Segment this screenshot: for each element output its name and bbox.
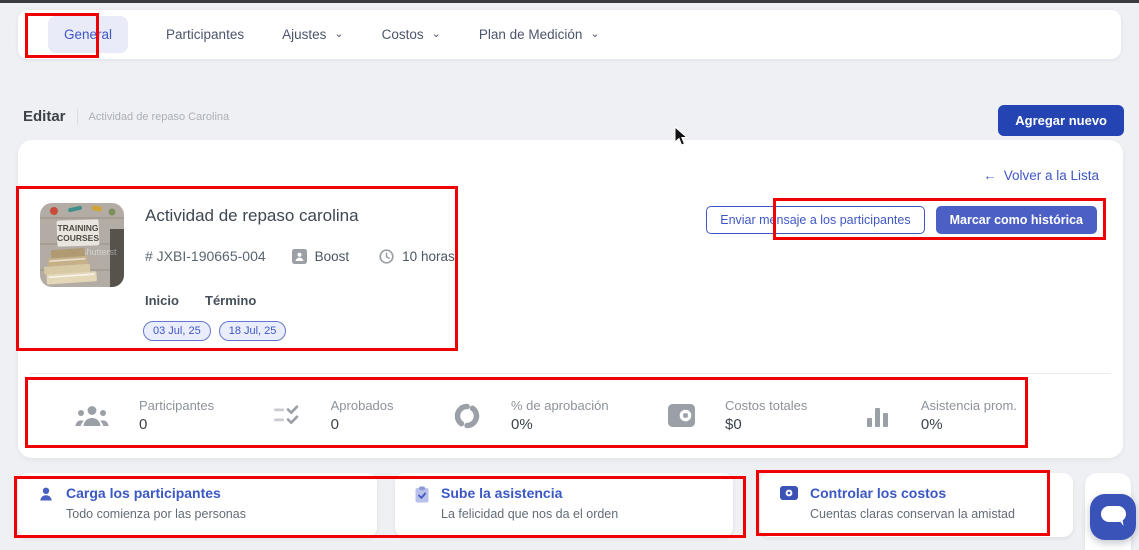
donut-icon xyxy=(453,402,481,430)
chevron-down-icon: ⌄ xyxy=(432,29,441,40)
breadcrumb-page-name: Actividad de repaso Carolina xyxy=(89,111,230,123)
chat-bubble-icon xyxy=(1101,506,1126,528)
top-nav: General Participantes Ajustes ⌄ Costos ⌄… xyxy=(18,10,1121,59)
shortcut-subtitle: La felicidad que nos da el orden xyxy=(441,507,618,521)
image-watermark: shutterst xyxy=(82,247,117,257)
shortcut-subtitle: Cuentas claras conservan la amistad xyxy=(810,507,1015,521)
tab-general-label: General xyxy=(64,27,112,42)
shortcut-title: Sube la asistencia xyxy=(441,485,618,501)
date-pills: 03 Jul, 25 18 Jul, 25 xyxy=(143,321,286,341)
chat-launcher-button[interactable] xyxy=(1090,494,1136,540)
stat-label: Costos totales xyxy=(725,398,807,413)
tab-plan-de-medicion[interactable]: Plan de Medición ⌄ xyxy=(479,27,600,42)
tab-general[interactable]: General xyxy=(48,16,128,53)
image-text-line1: TRAINING xyxy=(57,223,98,233)
stat-label: % de aprobación xyxy=(511,398,609,413)
wallet-icon xyxy=(668,404,695,427)
shortcut-title: Controlar los costos xyxy=(810,485,1015,501)
stat-label: Participantes xyxy=(139,398,214,413)
stat-asistencia: Asistencia prom. 0% xyxy=(867,398,1017,433)
tab-costos-label: Costos xyxy=(382,27,424,42)
end-date-label: Término xyxy=(205,293,256,308)
stat-value: 0% xyxy=(511,416,609,433)
window-top-edge xyxy=(0,0,1139,3)
tab-participantes-label: Participantes xyxy=(166,27,244,42)
send-message-button[interactable]: Enviar mensaje a los participantes xyxy=(706,206,924,234)
page-title: Editar xyxy=(23,108,66,125)
bar-chart-icon xyxy=(867,405,891,427)
tab-costos[interactable]: Costos ⌄ xyxy=(382,27,441,42)
stat-value: 0 xyxy=(139,416,214,433)
back-to-list-label: Volver a la Lista xyxy=(1004,168,1099,183)
back-to-list-link[interactable]: ← Volver a la Lista xyxy=(983,168,1099,183)
image-text-line2: COURSES xyxy=(57,233,99,243)
stat-aprobados: Aprobados 0 xyxy=(274,398,394,433)
start-date-badge: 03 Jul, 25 xyxy=(143,321,211,341)
date-labels: Inicio Término xyxy=(145,293,256,308)
provider-item: Boost xyxy=(292,249,350,264)
mark-historic-button[interactable]: Marcar como histórica xyxy=(936,206,1097,234)
tab-ajustes-label: Ajustes xyxy=(282,27,326,42)
stats-row: Participantes 0 Aprobados 0 % de aprobac… xyxy=(30,373,1111,457)
stat-participantes: Participantes 0 xyxy=(75,398,214,433)
activity-title: Actividad de repaso carolina xyxy=(145,206,359,226)
stat-value: 0% xyxy=(921,416,1017,433)
shortcut-upload-attendance[interactable]: Sube la asistencia La felicidad que nos … xyxy=(395,473,733,537)
stat-costos: Costos totales $0 xyxy=(668,398,807,433)
duration-label: 10 horas xyxy=(402,249,455,264)
shortcut-title: Carga los participantes xyxy=(66,485,246,501)
tab-plan-de-medicion-label: Plan de Medición xyxy=(479,27,583,42)
shortcut-load-participants[interactable]: Carga los participantes Todo comienza po… xyxy=(18,473,377,537)
chevron-down-icon: ⌄ xyxy=(590,29,599,40)
activity-meta-row: # JXBI-190665-004 Boost 10 horas xyxy=(145,248,455,264)
provider-label: Boost xyxy=(315,249,350,264)
clipboard-check-icon xyxy=(415,486,429,503)
add-new-button[interactable]: Agregar nuevo xyxy=(998,105,1124,136)
start-date-label: Inicio xyxy=(145,293,205,308)
duration-item: 10 horas xyxy=(379,249,455,264)
activity-thumbnail: TRAINING COURSES shutterst xyxy=(40,203,124,287)
shortcut-control-costs[interactable]: Controlar los costos Cuentas claras cons… xyxy=(760,473,1073,537)
clock-icon xyxy=(379,249,394,264)
stat-aprobacion: % de aprobación 0% xyxy=(453,398,609,433)
tab-participantes[interactable]: Participantes xyxy=(166,27,244,42)
stat-label: Aprobados xyxy=(331,398,394,413)
activity-detail-card: ← Volver a la Lista TRAINING COURSES shu… xyxy=(18,140,1123,458)
end-date-badge: 18 Jul, 25 xyxy=(219,321,287,341)
banknote-icon xyxy=(780,486,798,500)
stat-value: $0 xyxy=(725,416,807,433)
people-icon xyxy=(75,404,109,428)
breadcrumb-divider xyxy=(77,109,78,125)
stat-label: Asistencia prom. xyxy=(921,398,1017,413)
person-icon xyxy=(38,486,54,502)
chevron-down-icon: ⌄ xyxy=(334,29,343,40)
checklist-icon xyxy=(274,405,301,427)
training-courses-image: TRAINING COURSES shutterst xyxy=(40,203,124,287)
left-arrow-icon: ← xyxy=(983,168,997,183)
badge-icon xyxy=(292,249,307,264)
shortcut-subtitle: Todo comienza por las personas xyxy=(66,507,246,521)
action-buttons: Enviar mensaje a los participantes Marca… xyxy=(706,206,1097,234)
breadcrumb: Editar Actividad de repaso Carolina xyxy=(23,108,229,125)
tab-ajustes[interactable]: Ajustes ⌄ xyxy=(282,27,344,42)
activity-code: # JXBI-190665-004 xyxy=(145,248,266,264)
stat-value: 0 xyxy=(331,416,394,433)
